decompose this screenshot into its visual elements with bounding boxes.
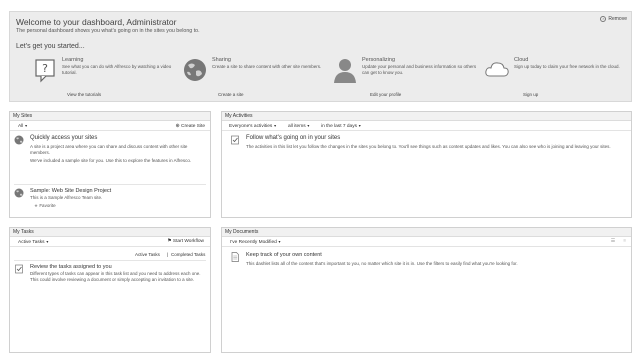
site-globe-icon — [14, 188, 24, 198]
feature-personalizing: Personalizing Update your personal and b… — [332, 57, 482, 99]
chevron-down-icon: ▼ — [45, 240, 50, 244]
my-sites-dashlet: My Sites All▼ ⊕ Create Site Quickly acce… — [9, 111, 211, 218]
document-icon — [231, 252, 239, 262]
feature-learning-desc: See what you can do with Alfresco by wat… — [62, 64, 172, 75]
workflow-icon: ⚑ — [167, 239, 172, 244]
my-sites-toolbar: All▼ ⊕ Create Site — [10, 121, 210, 131]
feature-sharing-desc: Create a site to share content with othe… — [212, 64, 322, 69]
getting-started-heading: Let's get you started... — [16, 43, 85, 50]
activities-date-filter[interactable]: in the last 7 days▼ — [321, 121, 361, 132]
documents-filter-dropdown[interactable]: I've Recently Modified▼ — [230, 237, 281, 248]
feature-sharing: Sharing Create a site to share content w… — [182, 57, 332, 99]
feature-learning: ? Learning See what you can do with Alfr… — [32, 57, 182, 99]
sites-intro-title: Quickly access your sites — [30, 135, 98, 141]
svg-text:?: ? — [42, 62, 48, 75]
documents-toolbar: I've Recently Modified▼ ☰ ≡ — [222, 237, 631, 247]
globe-icon — [14, 135, 24, 145]
my-documents-title: My Documents — [222, 228, 631, 237]
question-icon: ? — [35, 59, 55, 83]
active-tasks-link[interactable]: Active Tasks — [135, 252, 160, 257]
chevron-down-icon: ▼ — [277, 240, 282, 244]
my-sites-title: My Sites — [10, 112, 210, 121]
welcome-banner: Welcome to your dashboard, Administrator… — [9, 11, 632, 102]
chevron-down-icon: ▼ — [358, 124, 362, 128]
view-tutorials-link[interactable]: View the tutorials — [67, 92, 101, 97]
my-activities-title: My Activities — [222, 112, 631, 121]
activities-item-filter[interactable]: all items▼ — [288, 121, 310, 132]
activity-feed-icon — [231, 135, 239, 145]
completed-tasks-link[interactable]: Completed Tasks — [171, 252, 205, 257]
divider — [14, 260, 206, 261]
tasks-intro-text: Different types of tasks can appear in t… — [30, 271, 201, 282]
feature-learning-title: Learning — [62, 57, 84, 63]
my-tasks-title: My Tasks — [10, 228, 210, 237]
create-site-link[interactable]: Create a site — [218, 92, 244, 97]
close-icon: × — [600, 16, 607, 22]
person-icon — [334, 59, 356, 83]
site-list-item: Sample: Web Site Design Project This is … — [10, 186, 210, 216]
chevron-down-icon: ▼ — [273, 124, 277, 128]
sites-intro-text-1: A site is a project area where you can s… — [30, 144, 188, 155]
feature-cloud: Cloud Sign up today to claim your free n… — [484, 57, 634, 99]
sample-site-desc: This is a Sample Alfresco Team site. — [30, 195, 103, 200]
remove-button[interactable]: × Remove — [600, 16, 627, 22]
simple-view-icon[interactable]: ≡ — [623, 237, 626, 247]
sites-filter-dropdown[interactable]: All▼ — [18, 121, 28, 132]
tasks-intro-title: Review the tasks assigned to you — [30, 264, 112, 270]
activities-user-filter[interactable]: Everyone's activities▼ — [229, 121, 277, 132]
sites-intro: Quickly access your sites A site is a pr… — [10, 133, 210, 191]
activities-intro-text: The activities in this list let you foll… — [246, 144, 611, 149]
start-workflow-button[interactable]: ⚑ Start Workflow — [167, 237, 204, 247]
documents-intro-title: Keep track of your own content — [246, 252, 322, 258]
my-tasks-dashlet: My Tasks Active Tasks▼ ⚑ Start Workflow … — [9, 227, 211, 353]
favorite-toggle[interactable]: ★ Favorite — [34, 203, 56, 209]
sign-up-link[interactable]: Sign up — [523, 92, 538, 97]
add-site-icon: ⊕ — [175, 123, 180, 129]
tasks-filter-dropdown[interactable]: Active Tasks▼ — [18, 237, 49, 248]
activities-intro-title: Follow what's going on in your sites — [246, 135, 341, 141]
sample-site-link[interactable]: Sample: Web Site Design Project — [30, 188, 111, 194]
link-separator: | — [167, 252, 169, 257]
chevron-down-icon: ▼ — [306, 124, 311, 128]
create-site-button[interactable]: ⊕ Create Site — [175, 121, 205, 132]
detailed-view-icon[interactable]: ☰ — [611, 237, 615, 247]
activities-intro: Follow what's going on in your sites The… — [222, 133, 631, 173]
cloud-icon — [485, 62, 509, 77]
tasks-toolbar: Active Tasks▼ ⚑ Start Workflow — [10, 237, 210, 247]
documents-intro: Keep track of your own content This dash… — [222, 250, 631, 280]
tasks-intro: Review the tasks assigned to you Differe… — [10, 262, 210, 302]
activities-toolbar: Everyone's activities▼ all items▼ in the… — [222, 121, 631, 131]
documents-intro-text: This dashlet lists all of the content th… — [246, 261, 518, 266]
my-activities-dashlet: My Activities Everyone's activities▼ all… — [221, 111, 632, 218]
my-documents-dashlet: My Documents I've Recently Modified▼ ☰ ≡… — [221, 227, 632, 353]
sites-intro-text-2: We've included a sample site for you. Us… — [30, 158, 192, 163]
remove-label: Remove — [608, 16, 627, 22]
globe-icon — [184, 59, 206, 81]
divider — [14, 184, 206, 185]
feature-sharing-title: Sharing — [212, 57, 231, 63]
welcome-subtitle: The personal dashboard shows you what's … — [16, 28, 200, 34]
welcome-title: Welcome to your dashboard, Administrator — [16, 17, 177, 27]
feature-cloud-title: Cloud — [514, 57, 529, 63]
feature-personalizing-title: Personalizing — [362, 57, 396, 63]
feature-cloud-desc: Sign up today to claim your free network… — [514, 64, 620, 69]
chevron-down-icon: ▼ — [24, 124, 28, 128]
feature-personalizing-desc: Update your personal and business inform… — [362, 64, 477, 75]
task-checklist-icon — [15, 264, 23, 274]
star-icon: ★ — [34, 203, 39, 208]
edit-profile-link[interactable]: Edit your profile — [370, 92, 401, 97]
